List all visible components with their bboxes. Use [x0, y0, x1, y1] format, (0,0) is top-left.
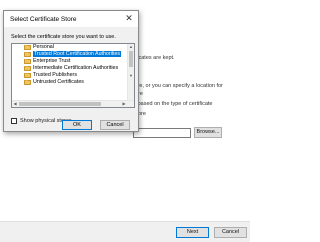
- store-list: Personal Trusted Root Certification Auth…: [12, 44, 128, 86]
- browse-button[interactable]: Browse...: [194, 127, 222, 138]
- horizontal-scrollbar[interactable]: ◀ ▶: [12, 100, 134, 107]
- folder-icon: [24, 44, 31, 50]
- wizard-text-line: tificates are kept.: [133, 55, 175, 61]
- certificate-store-tree[interactable]: Personal Trusted Root Certification Auth…: [11, 43, 135, 108]
- store-item-label: Untrusted Certificates: [33, 79, 84, 85]
- store-item-label: Intermediate Certification Authorities: [33, 65, 119, 71]
- store-item-enterprise-trust[interactable]: Enterprise Trust: [12, 58, 128, 65]
- dialog-titlebar: Select Certificate Store ✕: [4, 11, 138, 27]
- next-button[interactable]: Next: [176, 227, 209, 238]
- close-icon[interactable]: ✕: [124, 13, 134, 24]
- horizontal-scroll-thumb[interactable]: [19, 102, 101, 106]
- wizard-footer: [0, 221, 250, 242]
- store-item-label: Enterprise Trust: [33, 58, 71, 64]
- certificate-store-field[interactable]: [133, 128, 191, 138]
- store-item-untrusted[interactable]: Untrusted Certificates: [12, 79, 128, 86]
- folder-icon: [24, 58, 31, 64]
- wizard-text-line: e based on the type of certificate: [133, 101, 213, 107]
- folder-icon: [24, 79, 31, 85]
- scroll-up-icon[interactable]: ▲: [128, 44, 134, 50]
- store-item-label: Trusted Root Certification Authorities: [33, 51, 122, 57]
- store-item-trusted-publishers[interactable]: Trusted Publishers: [12, 72, 128, 79]
- scroll-right-icon[interactable]: ▶: [121, 101, 127, 107]
- wizard-text-line: tore, or you can specify a location for: [133, 83, 223, 89]
- wizard-text-line: ore: [138, 111, 146, 117]
- store-item-personal[interactable]: Personal: [12, 44, 128, 51]
- folder-icon: [24, 72, 31, 78]
- dialog-cancel-button[interactable]: Cancel: [100, 120, 130, 130]
- store-item-label: Personal: [33, 44, 54, 50]
- dialog-prompt: Select the certificate store you want to…: [11, 34, 116, 40]
- store-item-label: Trusted Publishers: [33, 72, 77, 78]
- show-physical-stores-checkbox[interactable]: [11, 118, 17, 124]
- ok-button[interactable]: OK: [62, 120, 92, 130]
- scroll-left-icon[interactable]: ◀: [12, 101, 18, 107]
- folder-icon: [24, 51, 31, 57]
- store-item-intermediate[interactable]: Intermediate Certification Authorities: [12, 65, 128, 72]
- vertical-scroll-thumb[interactable]: [129, 51, 133, 67]
- select-certificate-store-dialog: Select Certificate Store ✕ Select the ce…: [3, 10, 139, 132]
- scroll-down-icon[interactable]: ▼: [128, 73, 134, 79]
- vertical-scrollbar[interactable]: ▲ ▼: [127, 44, 134, 107]
- store-item-trusted-root[interactable]: Trusted Root Certification Authorities: [12, 51, 128, 58]
- folder-icon: [24, 65, 31, 71]
- dialog-title: Select Certificate Store: [10, 16, 77, 23]
- wizard-cancel-button[interactable]: Cancel: [214, 227, 247, 238]
